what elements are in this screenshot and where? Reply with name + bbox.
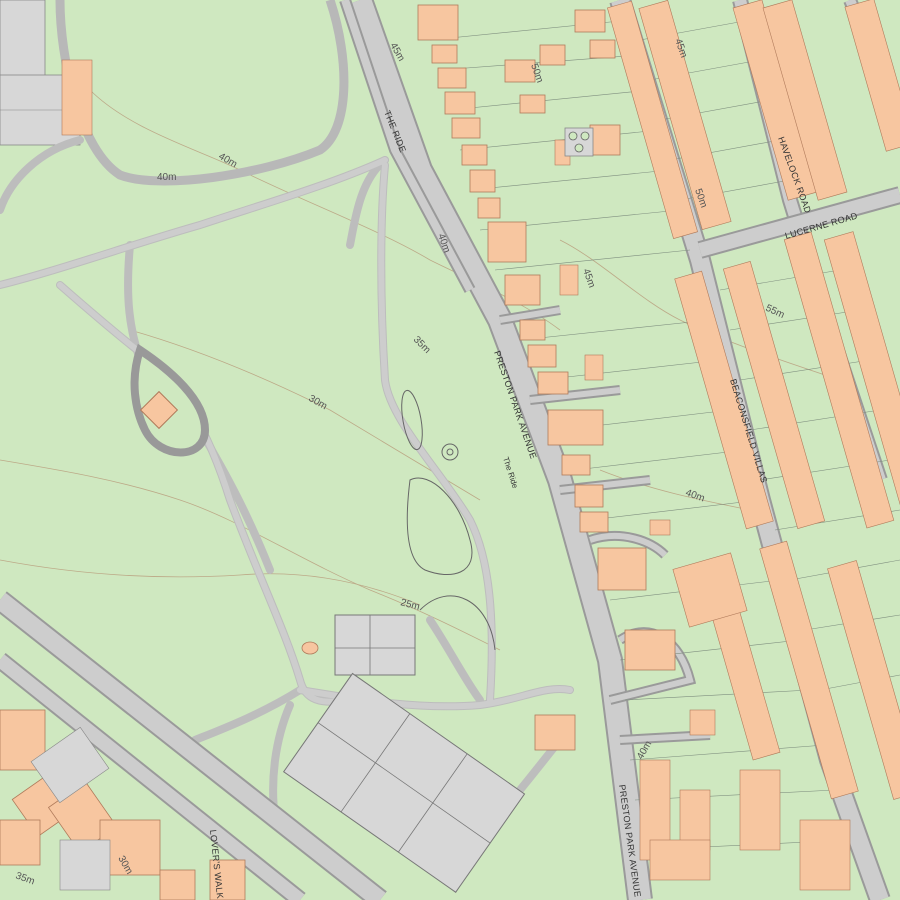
contour-label: 40m (157, 172, 176, 183)
map-svg: THE RIDE PRESTON PARK AVENUE PRESTON PAR… (0, 0, 900, 900)
roundels (564, 127, 594, 157)
pond-icon (301, 641, 319, 655)
map-canvas[interactable]: THE RIDE PRESTON PARK AVENUE PRESTON PAR… (0, 0, 900, 900)
